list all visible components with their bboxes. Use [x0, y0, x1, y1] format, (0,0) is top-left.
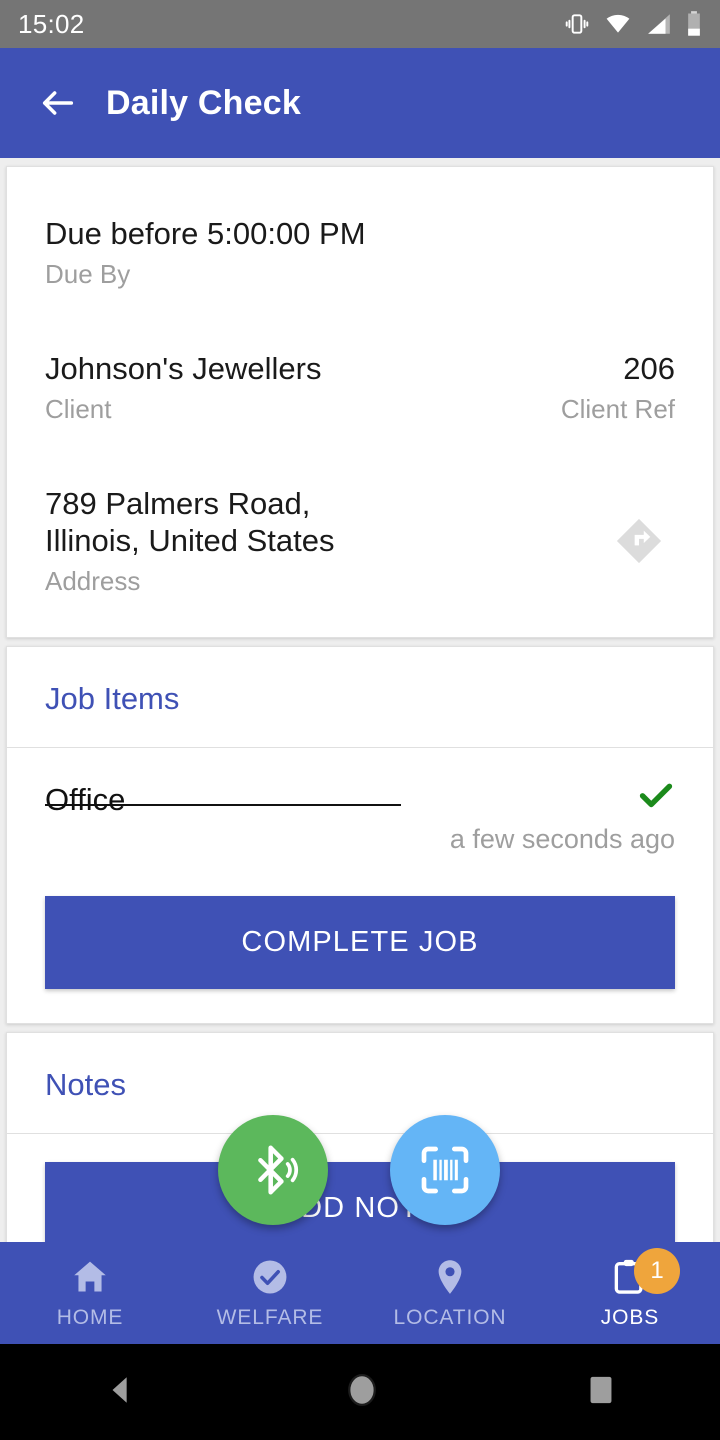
- android-system-nav: [0, 1344, 720, 1440]
- wifi-icon: [606, 14, 630, 33]
- job-item-strikethrough: [45, 804, 401, 807]
- nav-label-home: HOME: [56, 1306, 124, 1329]
- job-item-timestamp: a few seconds ago: [449, 824, 675, 855]
- client-label: Client: [45, 393, 112, 424]
- page-title: Daily Check: [106, 83, 301, 122]
- status-icon-group: [564, 10, 702, 38]
- barcode-fab[interactable]: [390, 1115, 500, 1225]
- app-bar: Daily Check: [0, 48, 720, 158]
- client-value: Johnson's Jewellers: [45, 350, 322, 386]
- android-home-button[interactable]: [345, 1371, 379, 1414]
- nav-item-welfare[interactable]: WELFARE: [180, 1242, 360, 1344]
- address-line-2: Illinois, United States: [45, 523, 335, 559]
- vibrate-icon: [565, 14, 589, 34]
- notes-header: Notes: [7, 1033, 713, 1133]
- nav-item-jobs[interactable]: 1 JOBS: [540, 1242, 720, 1344]
- notes-title: Notes: [45, 1067, 126, 1103]
- client-row: Johnson's Jewellers Client 206 Client Re…: [7, 300, 713, 435]
- job-items-header: Job Items: [7, 647, 713, 747]
- nav-item-home[interactable]: HOME: [0, 1242, 180, 1344]
- nav-label-location: LOCATION: [393, 1306, 507, 1329]
- due-value: Due before 5:00:00 PM: [45, 216, 366, 251]
- job-item-name: Office: [45, 782, 126, 818]
- barcode-scan-icon: [421, 1146, 469, 1194]
- nav-label-welfare: WELFARE: [216, 1306, 324, 1329]
- check-circle-icon: [253, 1260, 287, 1294]
- address-row: 789 Palmers Road, Illinois, United State…: [7, 435, 713, 638]
- job-details-card: Due before 5:00:00 PM Due By Johnson's J…: [6, 166, 714, 639]
- home-icon: [74, 1261, 106, 1292]
- bottom-navigation: HOME WELFARE LOCATION 1 JOBS: [0, 1242, 720, 1344]
- due-row: Due before 5:00:00 PM Due By: [7, 167, 713, 300]
- check-icon: [639, 783, 673, 808]
- back-arrow-icon[interactable]: [38, 83, 78, 123]
- complete-job-wrap: COMPLETE JOB: [7, 868, 713, 1023]
- status-time: 15:02: [18, 8, 85, 39]
- complete-job-button[interactable]: COMPLETE JOB: [45, 896, 675, 990]
- job-item-row[interactable]: Office a few seconds ago: [7, 748, 713, 868]
- directions-icon[interactable]: [613, 515, 665, 567]
- client-ref-value: 206: [623, 350, 675, 386]
- android-recents-button[interactable]: [586, 1373, 616, 1412]
- recents-square-icon: [590, 1376, 612, 1403]
- map-pin-icon: [438, 1260, 462, 1294]
- nav-label-jobs: JOBS: [600, 1306, 660, 1329]
- bluetooth-fab[interactable]: [218, 1115, 328, 1225]
- job-items-title: Job Items: [45, 681, 180, 717]
- phone-screen: 15:02 Daily Check Due before 5:00:00 PM …: [0, 0, 720, 1440]
- due-label: Due By: [45, 258, 131, 289]
- android-back-button[interactable]: [104, 1373, 138, 1412]
- home-circle-icon: [348, 1373, 376, 1406]
- job-items-card: Job Items Office a few seconds ago COMPL…: [6, 646, 714, 1025]
- bluetooth-audio-icon: [258, 1145, 299, 1195]
- battery-icon: [688, 11, 700, 36]
- client-ref-label: Client Ref: [560, 393, 675, 424]
- back-triangle-icon: [112, 1376, 127, 1403]
- signal-icon: [648, 14, 670, 34]
- address-label: Address: [45, 566, 141, 597]
- jobs-badge: 1: [634, 1248, 680, 1294]
- status-bar: 15:02: [0, 0, 720, 48]
- address-line-1: 789 Palmers Road,: [45, 485, 311, 521]
- nav-item-location[interactable]: LOCATION: [360, 1242, 540, 1344]
